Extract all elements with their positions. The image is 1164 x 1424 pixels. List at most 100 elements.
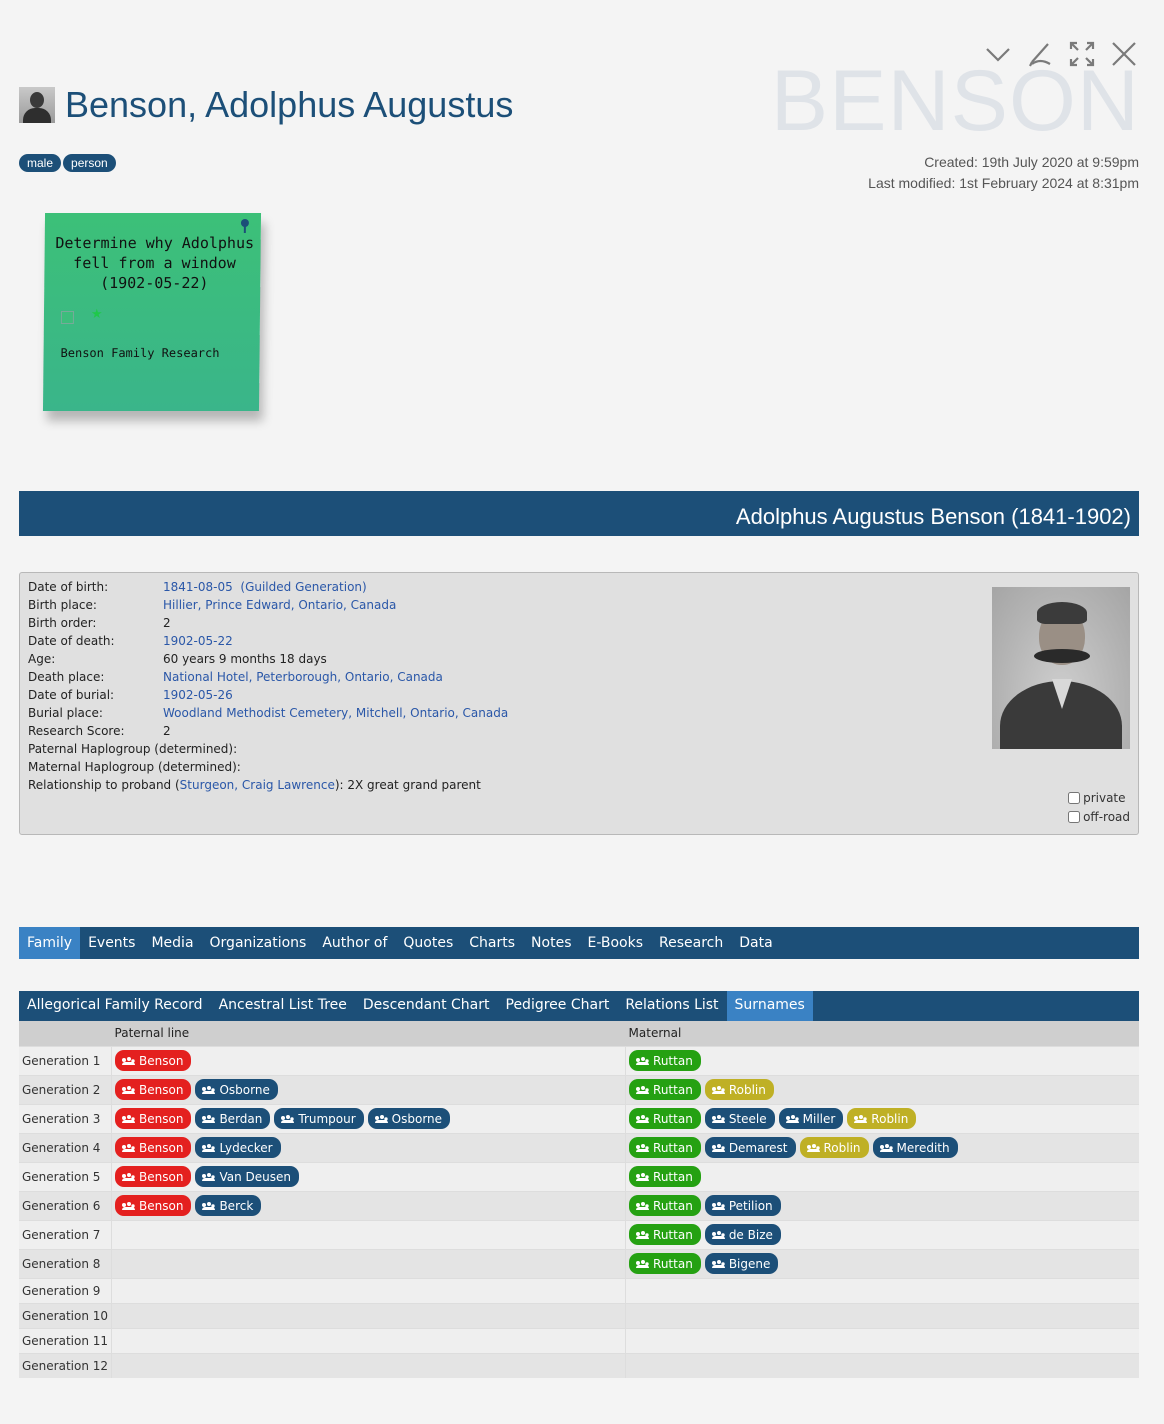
table-row: Generation 2 Benson Osborne Ruttan Roblin [19, 1074, 1139, 1104]
offroad-checkbox[interactable] [1068, 810, 1081, 823]
person-banner: Adolphus Augustus Benson (1841-1902) [19, 491, 1139, 536]
tab-data[interactable]: Data [731, 927, 780, 959]
surname-pill[interactable]: Benson [115, 1166, 192, 1187]
tab-family[interactable]: Family [19, 927, 81, 959]
surname-pill[interactable]: Ruttan [629, 1137, 701, 1158]
people-icon [879, 1144, 893, 1152]
relationship-to-proband: Relationship to proband (Sturgeon, Craig… [28, 776, 508, 794]
tab-events[interactable]: Events [80, 927, 143, 959]
subtab-surnames[interactable]: Surnames [726, 991, 813, 1021]
surname-pill[interactable]: Ruttan [629, 1253, 701, 1274]
star-icon[interactable]: ★ [91, 307, 103, 322]
tab-author-of[interactable]: Author of [314, 927, 395, 959]
page-header: Benson, Adolphus Augustus [19, 84, 513, 126]
subtab-ancestral-list-tree[interactable]: Ancestral List Tree [211, 991, 355, 1021]
surname-pill[interactable]: Ruttan [629, 1079, 701, 1100]
relationship-prefix: Relationship to proband ( [28, 778, 180, 792]
people-icon [122, 1115, 136, 1123]
surname-pill[interactable]: Trumpour [274, 1108, 364, 1129]
death-place-link[interactable]: National Hotel, Peterborough, Ontario, C… [163, 670, 443, 684]
surname-label: Ruttan [653, 1169, 693, 1184]
surname-label: Roblin [728, 1082, 766, 1097]
surname-pill[interactable]: Berck [195, 1195, 262, 1216]
surname-pill[interactable]: Ruttan [629, 1050, 701, 1071]
surname-pill[interactable]: Bigene [704, 1253, 779, 1274]
surname-pill[interactable]: Osborne [195, 1079, 278, 1100]
people-icon [711, 1086, 725, 1094]
offroad-option[interactable]: off-road [1068, 807, 1130, 826]
surnames-table: Paternal line Maternal Generation 1 Benso… [19, 1021, 1139, 1378]
sticky-note[interactable]: Determine why Adolphus fell from a windo… [42, 213, 262, 411]
surname-pill[interactable]: Van Deusen [195, 1166, 299, 1187]
private-option[interactable]: private [1068, 788, 1130, 807]
surname-pill[interactable]: Lydecker [195, 1137, 281, 1158]
generation-label: Generation 3 [19, 1103, 113, 1133]
people-icon [636, 1115, 650, 1123]
surname-pill[interactable]: Berdan [195, 1108, 271, 1129]
note-project[interactable]: Benson Family Research [60, 346, 219, 360]
tab-charts[interactable]: Charts [461, 927, 523, 959]
surname-pill[interactable]: Ruttan [629, 1166, 701, 1187]
main-tabs: Family Events Media Organizations Author of Q… [19, 927, 1139, 959]
note-checkbox[interactable] [60, 311, 75, 324]
surname-pill[interactable]: Benson [115, 1137, 192, 1158]
table-row: Generation 4 Benson Lydecker Ruttan Demarest… [19, 1132, 1139, 1162]
surname-pill[interactable]: Roblin [799, 1137, 869, 1158]
generation-label: Generation 8 [19, 1248, 113, 1278]
private-checkbox[interactable] [1068, 791, 1081, 804]
research-score-label: Research Score: [28, 724, 125, 738]
surname-pill[interactable]: Osborne [367, 1108, 451, 1129]
death-date-link[interactable]: 1902-05-22 [163, 634, 233, 648]
people-icon [711, 1260, 725, 1268]
birth-place-link[interactable]: Hillier, Prince Edward, Ontario, Canada [163, 598, 396, 612]
avatar [19, 87, 55, 123]
surname-pill[interactable]: Meredith [872, 1137, 958, 1158]
generation-label: Generation 2 [19, 1074, 113, 1104]
people-icon [122, 1144, 136, 1152]
subtab-allegorical-family-record[interactable]: Allegorical Family Record [19, 991, 211, 1021]
surname-pill[interactable]: Roblin [704, 1079, 774, 1100]
surname-pill[interactable]: Benson [115, 1079, 192, 1100]
surname-pill[interactable]: Benson [115, 1108, 192, 1129]
birth-generation-link[interactable]: (Guilded Generation) [240, 580, 366, 594]
age-value: 60 years 9 months 18 days [163, 652, 327, 666]
tab-research[interactable]: Research [651, 927, 731, 959]
tab-notes[interactable]: Notes [523, 927, 579, 959]
tag-male[interactable]: male [19, 154, 62, 172]
surname-pill[interactable]: Benson [115, 1195, 192, 1216]
person-photo[interactable] [992, 587, 1130, 749]
subtab-relations-list[interactable]: Relations List [617, 991, 726, 1021]
tab-organizations[interactable]: Organizations [202, 927, 315, 959]
tab-media[interactable]: Media [143, 927, 201, 959]
tag-person[interactable]: person [63, 154, 116, 172]
burial-date-link[interactable]: 1902-05-26 [163, 688, 233, 702]
surname-pill[interactable]: Ruttan [629, 1224, 701, 1245]
people-icon [281, 1115, 295, 1123]
proband-link[interactable]: Sturgeon, Craig Lawrence [180, 778, 335, 792]
table-row: Generation 6 Benson Berck Ruttan Petilion [19, 1190, 1139, 1220]
tab-e-books[interactable]: E-Books [579, 927, 651, 959]
subtab-descendant-chart[interactable]: Descendant Chart [355, 991, 498, 1021]
people-icon [636, 1057, 650, 1065]
surname-pill[interactable]: Demarest [704, 1137, 796, 1158]
family-subtabs: Allegorical Family Record Ancestral List … [19, 991, 1139, 1021]
birth-order-value: 2 [163, 616, 171, 630]
maternal-cell [625, 1352, 1139, 1378]
surname-pill[interactable]: Miller [778, 1108, 844, 1129]
surname-pill[interactable]: Roblin [847, 1108, 917, 1129]
people-icon [711, 1231, 725, 1239]
tab-quotes[interactable]: Quotes [395, 927, 461, 959]
surname-pill[interactable]: Benson [115, 1050, 192, 1071]
surname-pill[interactable]: Petilion [704, 1195, 781, 1216]
subtab-pedigree-chart[interactable]: Pedigree Chart [498, 991, 618, 1021]
surname-label: Demarest [728, 1140, 788, 1155]
surname-pill[interactable]: Ruttan [629, 1195, 701, 1216]
surname-pill[interactable]: Steele [704, 1108, 775, 1129]
table-row: Generation 3 Benson Berdan Trumpour Osborne R… [19, 1103, 1139, 1133]
surname-pill[interactable]: de Bize [704, 1224, 781, 1245]
surname-pill[interactable]: Ruttan [629, 1108, 701, 1129]
burial-place-link[interactable]: Woodland Methodist Cemetery, Mitchell, O… [163, 706, 508, 720]
surname-label: Bigene [728, 1256, 771, 1271]
birth-date-link[interactable]: 1841-08-05 [163, 580, 233, 594]
surname-label: Roblin [823, 1140, 861, 1155]
